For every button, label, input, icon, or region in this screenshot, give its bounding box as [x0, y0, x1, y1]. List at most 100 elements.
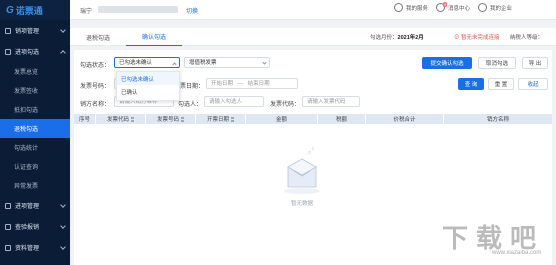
nav-group-input-check[interactable]: 进项勾选	[0, 41, 70, 62]
submit-confirm-button[interactable]: 提交确认勾选	[422, 57, 472, 69]
period-value: 2021年2月	[397, 35, 424, 41]
reset-button[interactable]: 重 置	[488, 78, 514, 90]
nav-group-label: 查验报销	[15, 225, 40, 231]
empty-state-text: 暂无数据	[290, 201, 313, 207]
sidebar-item-statistics[interactable]: 勾选统计	[0, 138, 70, 157]
period-info: 勾选月份：2021年2月	[370, 33, 424, 41]
sidebar-item-auth-query[interactable]: 认证查询	[0, 157, 70, 176]
company-name-redacted	[98, 6, 178, 13]
search-button[interactable]: 查 询	[458, 78, 484, 90]
heart-icon	[394, 3, 403, 12]
column-total: 价税合计	[366, 114, 444, 124]
my-service-label: 我的服务	[406, 5, 429, 12]
status-dropdown-menu: 已勾选未确认 已确认	[116, 71, 180, 101]
sidebar-item-deduction[interactable]: 抵扣勾选	[0, 100, 70, 119]
watermark-char: 下	[442, 224, 469, 254]
column-date[interactable]: 开票日期	[196, 114, 246, 124]
sidebar-item-receipt[interactable]: 发票签收	[0, 81, 70, 100]
column-seller: 销方名称	[486, 117, 509, 123]
switch-company-link[interactable]: 切换	[186, 6, 198, 15]
collapse-button[interactable]: 收起	[518, 78, 548, 90]
chevron-down-icon	[60, 27, 66, 33]
sidebar-item-refund-check[interactable]: 退税勾选	[0, 119, 70, 138]
column-invoice-number[interactable]: 发票号码	[146, 114, 196, 124]
nav-group-data[interactable]: 资料管理	[0, 237, 70, 258]
tab-refund-check[interactable]: 退税勾选	[70, 28, 126, 46]
dropdown-option-unconfirmed[interactable]: 已勾选未确认	[117, 72, 179, 85]
folder-icon	[5, 202, 11, 209]
chevron-down-icon	[60, 244, 66, 250]
message-center-label: 消息中心	[448, 5, 471, 12]
status-select[interactable]: 已勾选未确认	[114, 57, 180, 68]
verify-icon	[5, 223, 11, 230]
tab-confirm-check[interactable]: 确认勾选	[126, 28, 182, 46]
status-select-value: 已勾选未确认	[119, 60, 153, 66]
column-invoice-code[interactable]: 发票代码	[96, 114, 146, 124]
seller-label: 销方名称：	[80, 102, 111, 108]
chevron-down-icon	[60, 223, 66, 229]
svg-text:z: z	[312, 146, 314, 151]
nav-group-label: 进项勾选	[15, 50, 40, 56]
checker-input[interactable]: 请输入勾选人	[204, 96, 264, 107]
logo-mark: G	[6, 4, 14, 16]
nav-group-sales[interactable]: 销项管理	[0, 20, 70, 41]
status-note: ⊘ 暂无未完成连接	[454, 35, 500, 41]
invoice-type-value: 增值税发票	[189, 60, 217, 66]
message-badge: 9	[443, 2, 448, 7]
check-icon	[5, 48, 11, 55]
svg-text:z: z	[308, 150, 311, 156]
column-index: 序号	[74, 114, 96, 124]
nav-group-input-manage[interactable]: 进项管理	[0, 195, 70, 216]
nav-group-label: 进项管理	[15, 204, 40, 210]
date-start: 开始日期	[211, 81, 234, 87]
checker-label: 勾选人：	[178, 102, 203, 108]
cancel-check-button[interactable]: 取消勾选	[478, 57, 516, 69]
invoice-code-label: 发票代码：	[270, 102, 301, 108]
logo-text: 诺票通	[15, 5, 43, 16]
sidebar-item-abnormal[interactable]: 异常发票	[0, 176, 70, 195]
sort-icon	[131, 116, 134, 122]
column-tax: 税额	[318, 114, 366, 124]
chevron-up-icon	[60, 50, 66, 56]
chevron-up-icon	[172, 62, 177, 67]
app-logo: G 诺票通	[0, 0, 70, 20]
column-label: 发票代码	[106, 117, 129, 123]
watermark-url: www.xiazaiba.com	[492, 250, 542, 256]
user-icon	[478, 3, 487, 12]
export-button[interactable]: 导 出	[522, 57, 548, 69]
date-range-input[interactable]: 开始日期 — 结束日期	[206, 78, 298, 89]
sort-icon	[181, 116, 184, 122]
table-header: 序号 发票代码 发票号码 开票日期 金额 税额 价税合计 销方名称	[74, 114, 552, 124]
invoice-type-select[interactable]: 增值税发票	[184, 57, 270, 68]
nav-group-label: 资料管理	[15, 246, 40, 252]
nav-group-verify[interactable]: 查验报销	[0, 216, 70, 237]
my-company-button[interactable]: 我的企业	[478, 3, 512, 12]
taxpayer-level-label: 纳税人等级：	[510, 35, 544, 41]
message-center-button[interactable]: 9 消息中心	[436, 2, 471, 12]
column-label: 开票日期	[206, 117, 229, 123]
my-company-label: 我的企业	[490, 5, 513, 12]
empty-box-icon: z z	[284, 146, 320, 194]
my-service-button[interactable]: 我的服务	[394, 3, 428, 12]
invoice-number-label: 发票号码：	[80, 84, 111, 90]
sidebar: G 诺票通 销项管理 进项勾选 发票总览 发票签收 抵扣勾选 退税勾选 勾选统计…	[0, 0, 70, 265]
invoice-code-input[interactable]: 请输入发票代码	[302, 96, 360, 107]
date-separator: —	[237, 81, 244, 87]
company-name: 瑞宁	[80, 9, 93, 15]
bell-icon: 9	[436, 2, 448, 12]
sidebar-item-overview[interactable]: 发票总览	[0, 62, 70, 81]
column-amount: 金额	[246, 114, 318, 124]
database-icon	[5, 244, 11, 251]
watermark: 下 载 吧 www.xiazaiba.com	[440, 212, 550, 262]
date-end: 结束日期	[247, 81, 270, 87]
dropdown-option-confirmed[interactable]: 已确认	[117, 85, 179, 98]
sales-icon	[5, 27, 11, 34]
column-label: 发票号码	[156, 117, 179, 123]
status-label: 勾选状态：	[80, 63, 111, 69]
chevron-down-icon	[60, 202, 66, 208]
top-header: 瑞宁 切换 我的服务 9 消息中心 我的企业	[70, 0, 556, 20]
tab-bar: 退税勾选 确认勾选 勾选月份：2021年2月 ⊘ 暂无未完成连接 纳税人等级：	[70, 28, 556, 46]
nav-group-label: 销项管理	[15, 29, 40, 35]
chevron-down-icon	[262, 60, 267, 65]
period-label: 勾选月份：	[370, 35, 398, 41]
